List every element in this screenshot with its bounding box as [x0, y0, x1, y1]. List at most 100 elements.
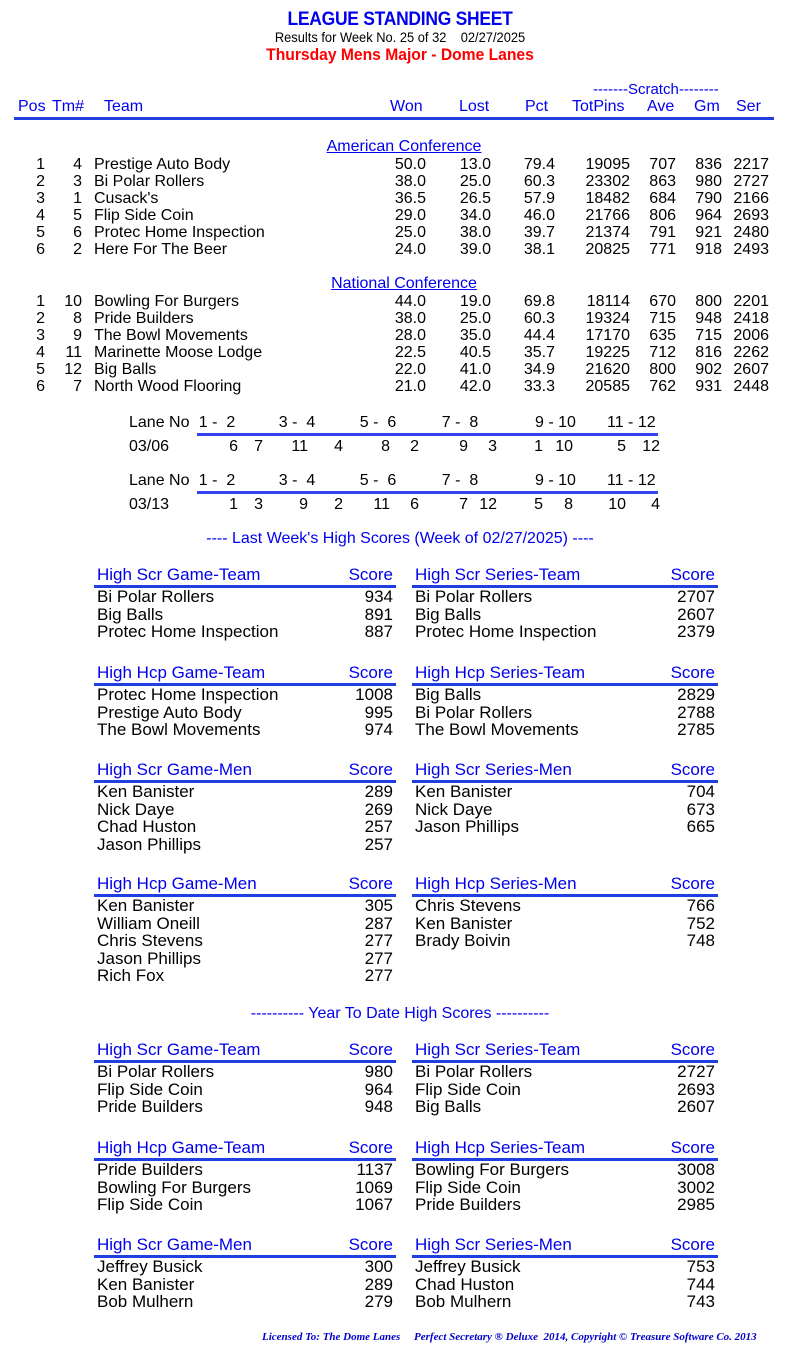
col-won: Won — [390, 98, 423, 115]
lane-team-number: 6 — [229, 438, 238, 455]
cell-team: North Wood Flooring — [94, 378, 242, 395]
entry-score: 887 — [364, 622, 393, 641]
entry-name: Nick Daye — [97, 799, 175, 819]
lane-team-number: 10 — [608, 496, 626, 513]
standings-row: 6 7 North Wood Flooring 21.0 42.0 33.3 20585 76… — [0, 378, 800, 395]
entry-score: 3002 — [677, 1177, 715, 1197]
cell-gm: 790 — [695, 190, 722, 207]
score-entry: Jeffrey Busick 300 — [94, 1258, 396, 1276]
score-entry: Bob Mulhern 279 — [94, 1293, 396, 1311]
entry-score: 2607 — [677, 1097, 715, 1116]
cell-pct: 69.8 — [523, 293, 555, 310]
high-score-box: High Hcp Series-Team Score Big Balls 2829 Bi… — [412, 663, 718, 739]
entry-name: Flip Side Coin — [415, 1079, 521, 1099]
score-label: Score — [670, 663, 715, 682]
score-entry: Pride Builders 2985 — [412, 1196, 718, 1214]
cell-ave: 715 — [649, 310, 676, 327]
score-entry: Chad Huston 257 — [94, 818, 396, 836]
cell-tm: 3 — [73, 173, 82, 190]
cell-tm: 1 — [73, 190, 82, 207]
cell-totpins: 20585 — [585, 378, 631, 395]
cell-pos: 3 — [36, 327, 45, 344]
standings-row: 1 10 Bowling For Burgers 44.0 19.0 69.8 18114 6… — [0, 293, 800, 310]
entry-score: 289 — [364, 782, 393, 801]
high-score-box: High Scr Game-Men Score Ken Banister 289 Nic… — [94, 760, 396, 853]
score-label: Score — [348, 760, 393, 779]
score-entry: Bowling For Burgers 3008 — [412, 1161, 718, 1179]
standings-row: 5 12 Big Balls 22.0 41.0 34.9 21620 800 902 2607 — [0, 361, 800, 378]
lane-team-number: 11 — [291, 438, 308, 455]
entry-name: Bi Polar Rollers — [415, 1062, 533, 1081]
cell-pos: 5 — [36, 224, 45, 241]
cell-totpins: 21374 — [585, 224, 631, 241]
score-entry: Bi Polar Rollers 934 — [94, 588, 396, 606]
cell-ave: 684 — [649, 190, 676, 207]
standings-row: 2 3 Bi Polar Rollers 38.0 25.0 60.3 23302 863 98… — [0, 173, 800, 190]
lane-pair-label: 5 - 6 — [359, 472, 397, 489]
cell-pct: 39.7 — [523, 224, 555, 241]
score-entry: William Oneill 287 — [94, 914, 396, 933]
score-label: Score — [670, 565, 715, 584]
cell-ave: 635 — [649, 327, 676, 344]
cell-totpins: 23302 — [585, 173, 631, 190]
entry-score: 665 — [686, 817, 715, 836]
cell-tm: 6 — [73, 224, 82, 241]
cell-won: 24.0 — [394, 241, 426, 258]
scratch-label: -------Scratch-------- — [593, 81, 719, 98]
cell-team: Here For The Beer — [94, 241, 228, 258]
score-entry: Nick Daye 673 — [412, 800, 718, 819]
score-entry: Flip Side Coin 3002 — [412, 1177, 718, 1197]
entry-score: 974 — [364, 720, 393, 739]
entry-score: 300 — [364, 1257, 393, 1276]
entry-name: Bob Mulhern — [415, 1292, 512, 1311]
entry-score: 289 — [364, 1274, 393, 1294]
high-score-box: High Scr Game-Team Score Bi Polar Rollers 9… — [94, 1040, 396, 1116]
lane-team-number: 5 — [617, 438, 626, 455]
high-score-box: High Scr Series-Men Score Ken Banister 704 N… — [412, 760, 718, 836]
standings-row: 6 2 Here For The Beer 24.0 39.0 38.1 20825 771 9… — [0, 241, 800, 258]
lane-team-number: 4 — [651, 496, 660, 513]
cell-tm: 4 — [73, 156, 82, 173]
cell-team: Cusack's — [94, 190, 159, 207]
cell-won: 25.0 — [394, 224, 426, 241]
cell-ser: 2727 — [733, 173, 769, 190]
lane-no-label: Lane No — [129, 414, 190, 431]
box-header: High Hcp Game-Men Score — [94, 874, 396, 894]
cell-won: 38.0 — [394, 310, 426, 327]
col-ser: Ser — [736, 98, 761, 115]
cell-team: Bowling For Burgers — [94, 293, 239, 310]
lane-pair-label: 3 - 4 — [278, 472, 316, 489]
cell-won: 22.5 — [394, 344, 426, 361]
entry-name: Chris Stevens — [415, 896, 521, 915]
cell-gm: 918 — [695, 241, 722, 258]
cell-won: 38.0 — [394, 173, 426, 190]
entry-score: 2788 — [677, 702, 715, 722]
cell-team: Prestige Auto Body — [94, 156, 231, 173]
box-header: High Scr Series-Team Score — [412, 1040, 718, 1060]
score-entry: Big Balls 2607 — [412, 605, 718, 624]
score-label: Score — [670, 760, 715, 779]
entry-score: 748 — [686, 931, 715, 950]
cell-lost: 26.5 — [459, 190, 491, 207]
entry-name: Chad Huston — [97, 817, 197, 836]
last-week-title: ---- Last Week's High Scores (Week of 02… — [206, 530, 594, 547]
box-header: High Hcp Game-Team Score — [94, 1138, 396, 1158]
cell-lost: 13.0 — [459, 156, 491, 173]
cell-pct: 34.9 — [523, 361, 555, 378]
lane-week-block: Lane No 1 - 2 3 - 4 5 - 6 7 - 8 9 - 10 11 - 12… — [0, 414, 800, 455]
score-label: Score — [348, 663, 393, 682]
entry-name: Ken Banister — [415, 782, 513, 801]
cell-pos: 5 — [36, 361, 45, 378]
entry-name: Big Balls — [415, 1097, 482, 1116]
entry-name: Pride Builders — [415, 1195, 521, 1214]
entry-name: Pride Builders — [97, 1160, 203, 1179]
league-name: Thursday Mens Major - Dome Lanes — [266, 45, 534, 64]
lane-divider — [197, 491, 658, 494]
entry-score: 704 — [686, 782, 715, 801]
box-title: High Scr Series-Team — [415, 565, 581, 584]
standings-row: 4 5 Flip Side Coin 29.0 34.0 46.0 21766 806 964 2… — [0, 207, 800, 224]
cell-lost: 41.0 — [459, 361, 491, 378]
header-divider — [14, 117, 774, 120]
entry-score: 277 — [364, 931, 393, 950]
box-title: High Scr Series-Team — [415, 1040, 581, 1059]
